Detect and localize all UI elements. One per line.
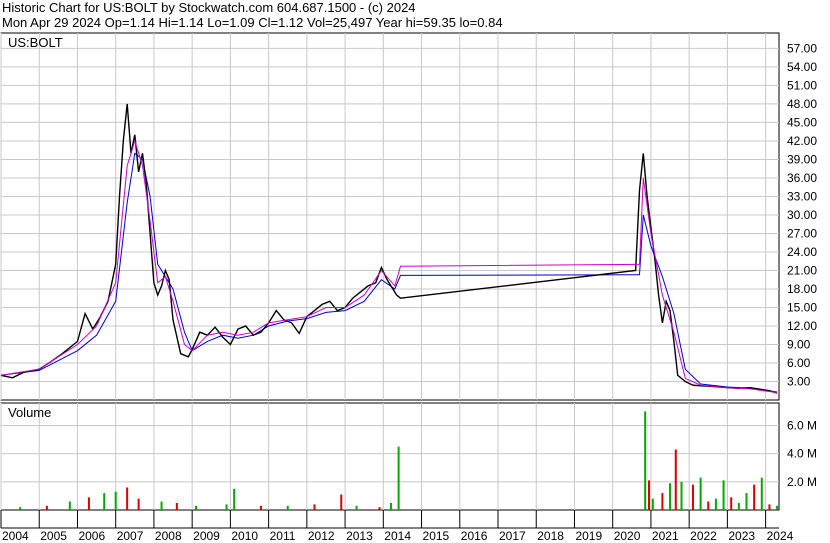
volume-bar xyxy=(730,497,733,510)
price-tick-label: 57.00 xyxy=(787,41,817,55)
year-label: 2021 xyxy=(652,529,679,543)
year-label: 2012 xyxy=(308,529,335,543)
year-label: 2006 xyxy=(78,529,105,543)
volume-bar xyxy=(340,494,343,510)
price-tick-label: 15.00 xyxy=(787,300,817,314)
volume-bar xyxy=(175,502,178,510)
year-label: 2013 xyxy=(346,529,373,543)
price-tick-label: 9.00 xyxy=(787,337,811,351)
volume-bar xyxy=(699,477,702,510)
volume-bars xyxy=(19,411,779,510)
year-label: 2015 xyxy=(423,529,450,543)
volume-bar xyxy=(87,497,90,510)
price-tick-label: 3.00 xyxy=(787,374,811,388)
price-tick-label: 18.00 xyxy=(787,282,817,296)
ma-short-line xyxy=(0,139,778,394)
volume-bar xyxy=(225,504,228,510)
price-panel: 3.00 6.00 9.00 12.00 15.00 18.00 21.00 24.00 27.… xyxy=(0,32,817,401)
volume-bar xyxy=(674,449,677,510)
price-tick-label: 39.00 xyxy=(787,152,817,166)
volume-tick-label: 6.0 M xyxy=(787,419,817,433)
volume-bar xyxy=(137,498,140,510)
price-tick-label: 6.00 xyxy=(787,356,811,370)
volume-bar xyxy=(768,504,771,510)
volume-bar xyxy=(194,505,197,510)
price-tick-label: 12.00 xyxy=(787,319,817,333)
volume-bar xyxy=(680,481,683,510)
volume-label: Volume xyxy=(8,405,51,420)
volume-bar xyxy=(776,505,779,510)
ma-long-line xyxy=(0,152,778,393)
volume-bar xyxy=(691,484,694,510)
year-label: 2018 xyxy=(537,529,564,543)
volume-tick-label: 4.0 M xyxy=(787,447,817,461)
price-tick-label: 36.00 xyxy=(787,171,817,185)
year-label: 2010 xyxy=(231,529,258,543)
year-label: 2004 xyxy=(2,529,29,543)
volume-bar xyxy=(233,488,236,510)
volume-bar xyxy=(19,507,22,510)
year-label: 2014 xyxy=(384,529,411,543)
price-tick-label: 51.00 xyxy=(787,78,817,92)
volume-axis-labels: 2.0 M 4.0 M 6.0 M xyxy=(787,419,817,489)
year-label: 2020 xyxy=(614,529,641,543)
year-label: 2024 xyxy=(767,529,794,543)
price-tick-label: 24.00 xyxy=(787,245,817,259)
year-label: 2023 xyxy=(728,529,755,543)
volume-bar xyxy=(378,507,381,510)
volume-bar xyxy=(355,505,358,510)
price-tick-label: 54.00 xyxy=(787,60,817,74)
volume-bar xyxy=(651,498,654,510)
volume-bar xyxy=(745,493,748,510)
volume-bar xyxy=(114,491,117,510)
year-label: 2011 xyxy=(270,529,296,543)
volume-panel: 2.0 M 4.0 M 6.0 M Volume xyxy=(0,402,817,511)
volume-bar xyxy=(286,505,289,510)
volume-bar xyxy=(661,493,664,510)
volume-bar xyxy=(644,411,647,510)
year-label: 2005 xyxy=(40,529,67,543)
price-tick-label: 21.00 xyxy=(787,263,817,277)
price-line xyxy=(0,103,778,394)
volume-bar xyxy=(389,502,392,510)
price-tick-label: 33.00 xyxy=(787,189,817,203)
price-tick-label: 42.00 xyxy=(787,134,817,148)
volume-bar xyxy=(126,487,129,510)
volume-bar xyxy=(313,504,316,510)
volume-bar xyxy=(397,446,400,510)
volume-tick-label: 2.0 M xyxy=(787,475,817,489)
year-label: 2017 xyxy=(499,529,526,543)
volume-bar xyxy=(68,501,71,510)
price-tick-label: 48.00 xyxy=(787,97,817,111)
volume-bar xyxy=(648,480,651,510)
year-label: 2022 xyxy=(690,529,717,543)
price-tick-label: 45.00 xyxy=(787,115,817,129)
volume-bar xyxy=(714,498,717,510)
volume-bar xyxy=(103,493,106,510)
volume-bar xyxy=(669,483,672,510)
year-label: 2019 xyxy=(575,529,602,543)
year-label: 2007 xyxy=(117,529,144,543)
volume-bar xyxy=(160,501,163,510)
price-axis-labels: 3.00 6.00 9.00 12.00 15.00 18.00 21.00 24.00 27.… xyxy=(787,41,817,388)
year-label: 2009 xyxy=(193,529,220,543)
volume-bar xyxy=(722,480,725,510)
volume-bar xyxy=(760,477,763,510)
symbol-label: US:BOLT xyxy=(8,35,63,50)
price-tick-label: 30.00 xyxy=(787,208,817,222)
volume-bar xyxy=(753,484,756,510)
volume-bar xyxy=(737,502,740,510)
price-series-lines xyxy=(0,103,778,394)
year-axis: 2004 2005 2006 2007 2008 2009 2010 2011 2012 2013… xyxy=(0,510,794,543)
volume-bar xyxy=(707,501,710,510)
price-tick-label: 27.00 xyxy=(787,226,817,240)
year-label: 2008 xyxy=(155,529,182,543)
stock-chart: 3.00 6.00 9.00 12.00 15.00 18.00 21.00 24.00 27.… xyxy=(0,32,817,543)
year-label: 2016 xyxy=(461,529,488,543)
volume-bar xyxy=(259,505,262,510)
volume-bar xyxy=(45,505,48,510)
